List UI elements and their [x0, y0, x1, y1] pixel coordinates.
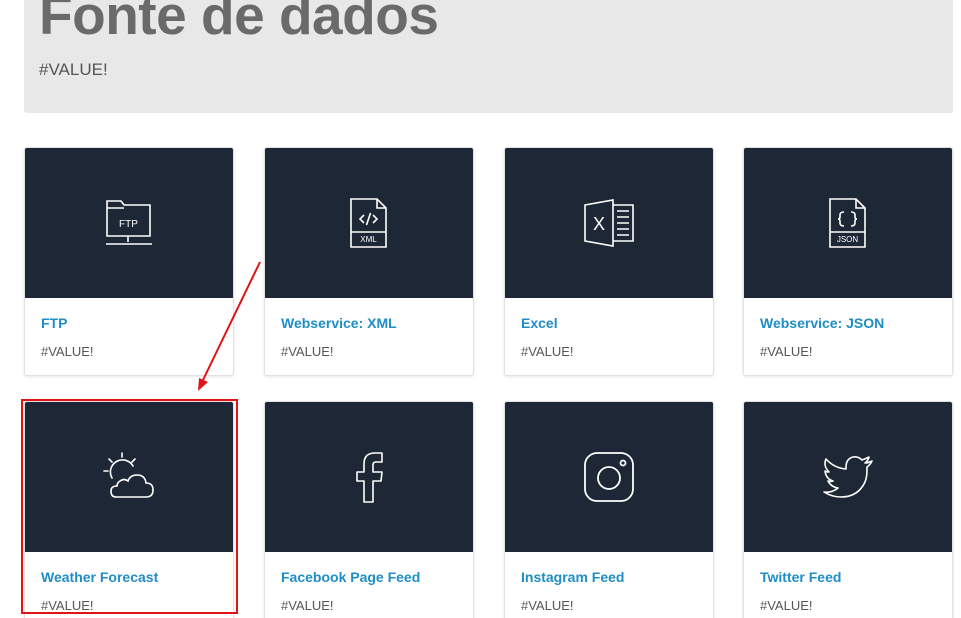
- svg-text:JSON: JSON: [837, 235, 859, 244]
- page-subtitle: #VALUE!: [39, 60, 108, 79]
- card-title[interactable]: Weather Forecast: [41, 569, 158, 585]
- facebook-icon: [354, 451, 384, 503]
- page-header: Fonte de dados #VALUE!: [24, 0, 953, 113]
- page: Fonte de dados #VALUE! FTP FTP #VALUE! X…: [0, 0, 961, 618]
- card-weather-forecast[interactable]: Weather Forecast #VALUE!: [24, 401, 234, 618]
- svg-text:X: X: [593, 214, 605, 234]
- card-image: FTP: [25, 148, 233, 298]
- card-title[interactable]: Twitter Feed: [760, 569, 841, 585]
- card-image: X: [505, 148, 713, 298]
- twitter-icon: [822, 455, 874, 499]
- xml-file-icon: XML: [349, 198, 389, 248]
- card-description: #VALUE!: [281, 598, 334, 613]
- card-twitter-feed[interactable]: Twitter Feed #VALUE!: [743, 401, 953, 618]
- card-facebook-page-feed[interactable]: Facebook Page Feed #VALUE!: [264, 401, 474, 618]
- card-description: #VALUE!: [521, 344, 574, 359]
- instagram-icon: [583, 451, 635, 503]
- json-file-icon: JSON: [828, 198, 868, 248]
- card-title[interactable]: Instagram Feed: [521, 569, 624, 585]
- weather-icon: [102, 451, 156, 503]
- svg-text:XML: XML: [360, 235, 377, 244]
- excel-icon: X: [583, 199, 635, 247]
- card-title[interactable]: Webservice: JSON: [760, 315, 884, 331]
- card-description: #VALUE!: [760, 344, 813, 359]
- card-description: #VALUE!: [521, 598, 574, 613]
- card-title[interactable]: Excel: [521, 315, 558, 331]
- card-image: JSON: [744, 148, 952, 298]
- card-title[interactable]: FTP: [41, 315, 67, 331]
- card-webservice-xml[interactable]: XML Webservice: XML #VALUE!: [264, 147, 474, 376]
- card-image: [265, 402, 473, 552]
- svg-text:FTP: FTP: [119, 219, 138, 230]
- card-image: [25, 402, 233, 552]
- card-excel[interactable]: X Excel #VALUE!: [504, 147, 714, 376]
- card-ftp[interactable]: FTP FTP #VALUE!: [24, 147, 234, 376]
- page-title: Fonte de dados: [39, 0, 439, 46]
- card-description: #VALUE!: [41, 598, 94, 613]
- card-title[interactable]: Webservice: XML: [281, 315, 397, 331]
- card-description: #VALUE!: [281, 344, 334, 359]
- card-title[interactable]: Facebook Page Feed: [281, 569, 420, 585]
- card-image: [505, 402, 713, 552]
- card-image: [744, 402, 952, 552]
- ftp-folder-icon: FTP: [104, 198, 154, 248]
- card-description: #VALUE!: [760, 598, 813, 613]
- card-image: XML: [265, 148, 473, 298]
- card-instagram-feed[interactable]: Instagram Feed #VALUE!: [504, 401, 714, 618]
- card-description: #VALUE!: [41, 344, 94, 359]
- card-webservice-json[interactable]: JSON Webservice: JSON #VALUE!: [743, 147, 953, 376]
